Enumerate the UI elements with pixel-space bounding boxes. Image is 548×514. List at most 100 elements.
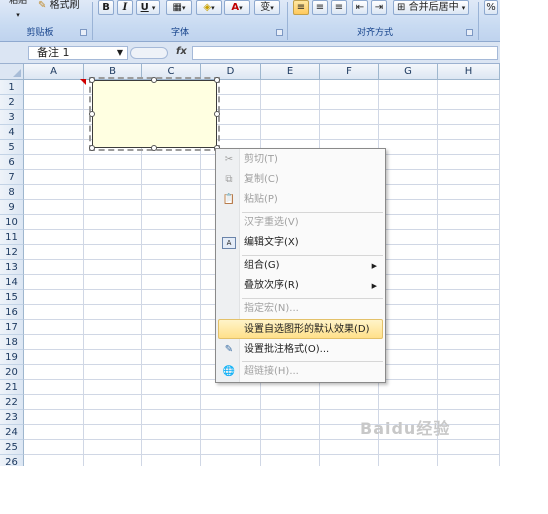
insert-function-icon[interactable]: fx [176,46,187,57]
bold-button[interactable]: B [98,0,114,15]
decrease-indent-button[interactable]: ⇤ [352,0,368,15]
resize-handle[interactable] [89,145,95,151]
menu-item-reconversion[interactable]: 汉字重选(V) [218,213,383,233]
copy-icon: ⧉ [225,174,233,185]
row-header[interactable]: 6 [0,155,24,170]
row-header[interactable]: 21 [0,380,24,395]
row-header[interactable]: 3 [0,110,24,125]
menu-item-copy[interactable]: ⧉ 复制(C) [218,170,383,190]
row-header[interactable]: 17 [0,320,24,335]
hyperlink-icon: 🌐 [222,366,236,377]
number-format-button[interactable]: % [484,0,498,15]
merge-center-label: 合并后居中 [408,2,459,13]
edit-text-icon: A [222,237,236,249]
clipboard-launcher-icon[interactable] [80,29,87,36]
row-header[interactable]: 10 [0,215,24,230]
align-left-icon: ≡ [296,2,306,13]
font-launcher-icon[interactable] [276,29,283,36]
row-header[interactable]: 12 [0,245,24,260]
formula-bar-splitter[interactable] [130,47,168,59]
paste-icon: 📋 [222,194,236,205]
select-all-corner[interactable] [0,64,24,80]
menu-item-label: 组合(G) [244,260,280,271]
format-painter-button[interactable]: ✎ 格式刷 [38,0,90,13]
resize-handle[interactable] [151,145,157,151]
row-header[interactable]: 8 [0,185,24,200]
align-center-icon: ≡ [315,2,325,13]
row-header[interactable]: 11 [0,230,24,245]
row-header[interactable]: 22 [0,395,24,410]
comment-box[interactable] [89,77,220,151]
name-box[interactable]: 备注 1 ▼ [28,46,128,60]
row-header[interactable]: 26 [0,455,24,466]
column-header[interactable]: D [201,64,261,80]
chevron-down-icon: ▾ [211,4,215,12]
align-right-button[interactable]: ≡ [331,0,347,15]
menu-item-cut[interactable]: ✂ 剪切(T) [218,150,383,170]
align-center-button[interactable]: ≡ [312,0,328,15]
menu-item-format-comment[interactable]: ✎ 设置批注格式(O)... [218,340,383,360]
row-header[interactable]: 18 [0,335,24,350]
row-header[interactable]: 19 [0,350,24,365]
menu-item-hyperlink[interactable]: 🌐 超链接(H)... [218,362,383,382]
underline-button[interactable]: U ▾ [136,0,160,15]
row-header[interactable]: 24 [0,425,24,440]
chevron-down-icon: ▾ [151,4,156,12]
font-color-button[interactable]: A▾ [224,0,250,15]
resize-handle[interactable] [151,77,157,83]
gridline [24,439,500,440]
formula-input[interactable] [192,46,498,60]
column-header[interactable]: H [438,64,500,80]
menu-item-label: 设置批注格式(O)... [244,344,330,355]
gridline [24,454,500,455]
row-header[interactable]: 23 [0,410,24,425]
column-header[interactable]: F [320,64,379,80]
alignment-launcher-icon[interactable] [466,29,473,36]
increase-indent-icon: ⇥ [374,2,384,13]
row-header[interactable]: 16 [0,305,24,320]
row-header[interactable]: 5 [0,140,24,155]
menu-item-edit-text[interactable]: A 编辑文字(X) [218,233,383,253]
resize-handle[interactable] [214,77,220,83]
menu-item-label: 超链接(H)... [244,366,299,377]
increase-indent-button[interactable]: ⇥ [371,0,387,15]
menu-item-assign-macro[interactable]: 指定宏(N)... [218,299,383,319]
resize-handle[interactable] [89,77,95,83]
menu-item-group[interactable]: 组合(G) ▶ [218,256,383,276]
italic-button[interactable]: I [117,0,133,15]
context-menu: ✂ 剪切(T) ⧉ 复制(C) 📋 粘贴(P) 汉字重选(V) A 编辑文字(X… [215,148,386,383]
row-header[interactable]: 13 [0,260,24,275]
row-header[interactable]: 2 [0,95,24,110]
fill-color-button[interactable]: ◈▾ [196,0,222,15]
phonetic-button[interactable]: 变▾ [254,0,280,15]
row-header[interactable]: 14 [0,275,24,290]
row-header[interactable]: 1 [0,80,24,95]
merge-center-button[interactable]: ⊞ 合并后居中 ▾ [393,0,469,15]
resize-handle[interactable] [89,111,95,117]
chevron-down-icon: ▾ [461,4,466,12]
resize-handle[interactable] [214,111,220,117]
row-header[interactable]: 15 [0,290,24,305]
font-group-label: 字体 [170,28,189,38]
paste-label: 粘贴 [8,0,27,6]
row-header[interactable]: 7 [0,170,24,185]
menu-item-set-default-shape[interactable]: 设置自选图形的默认效果(D) [218,319,383,339]
column-header[interactable]: A [24,64,84,80]
menu-item-order[interactable]: 叠放次序(R) ▶ [218,276,383,296]
column-header[interactable]: G [379,64,438,80]
chevron-down-icon[interactable]: ▼ [117,47,123,59]
align-left-button[interactable]: ≡ [293,0,309,15]
paste-button[interactable]: 粘贴 ▾ [2,0,34,24]
row-header[interactable]: 4 [0,125,24,140]
chevron-down-icon: ▾ [181,4,186,12]
menu-item-paste[interactable]: 📋 粘贴(P) [218,190,383,210]
clipboard-group-label: 剪贴板 [26,28,54,38]
merge-center-icon: ⊞ [397,2,406,13]
row-header[interactable]: 9 [0,200,24,215]
menu-item-label: 粘贴(P) [244,194,278,205]
chevron-down-icon: ▾ [270,4,274,12]
row-header[interactable]: 25 [0,440,24,455]
column-header[interactable]: E [261,64,320,80]
borders-button[interactable]: ▦▾ [166,0,192,15]
row-header[interactable]: 20 [0,365,24,380]
